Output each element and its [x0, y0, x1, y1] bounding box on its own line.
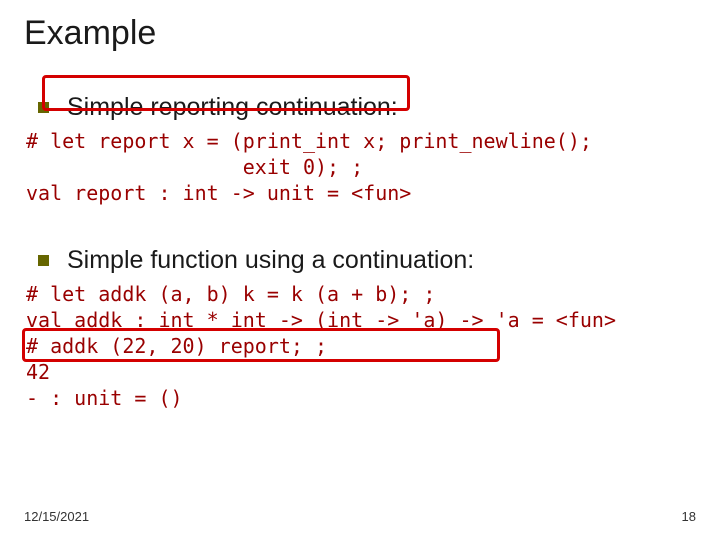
bullet-text-2: Simple function using a continuation:	[67, 246, 474, 275]
footer-page-number: 18	[682, 509, 696, 524]
square-bullet-icon	[38, 255, 49, 266]
footer: 12/15/2021 18	[24, 509, 696, 524]
highlight-box-1	[42, 75, 410, 111]
code-block-1: # let report x = (print_int x; print_new…	[26, 128, 696, 206]
highlight-box-2	[22, 328, 500, 362]
footer-date: 12/15/2021	[24, 509, 89, 524]
slide-title: Example	[24, 14, 696, 53]
bullet-item-2: Simple function using a continuation:	[24, 246, 696, 275]
